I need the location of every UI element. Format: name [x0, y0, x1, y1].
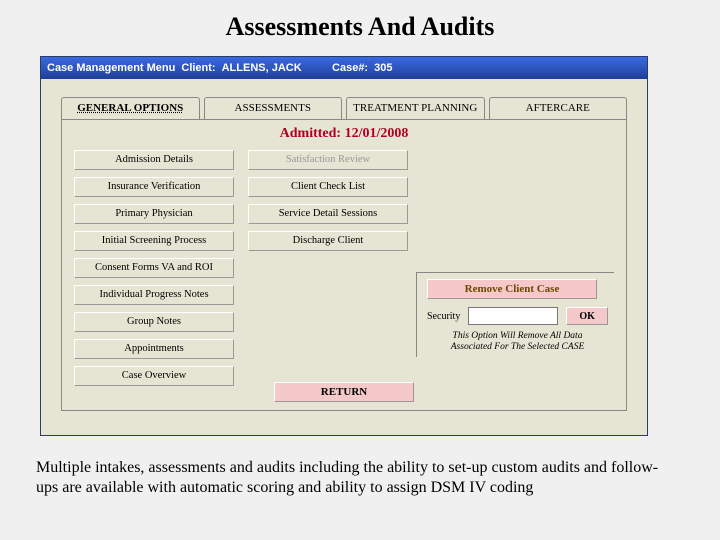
titlebar-case-label: Case#:: [332, 62, 368, 74]
window-titlebar: Case Management Menu Client: ALLENS, JAC…: [41, 57, 647, 79]
btn-insurance-verification[interactable]: Insurance Verification: [74, 177, 234, 197]
btn-initial-screening-process[interactable]: Initial Screening Process: [74, 231, 234, 251]
tab-panel: Admitted: 12/01/2008 Admission Details I…: [61, 119, 627, 411]
admitted-date: 12/01/2008: [345, 126, 409, 141]
tab-treatment-planning[interactable]: TREATMENT PLANNING: [346, 97, 485, 119]
admitted-label: Admitted: 12/01/2008: [62, 120, 626, 146]
btn-group-notes[interactable]: Group Notes: [74, 312, 234, 332]
titlebar-menu: Case Management Menu: [47, 62, 175, 74]
menu-col-1: Admission Details Insurance Verification…: [74, 150, 234, 393]
menu-col-2: Satisfaction Review Client Check List Se…: [248, 150, 408, 258]
btn-appointments[interactable]: Appointments: [74, 339, 234, 359]
return-button[interactable]: RETURN: [274, 382, 414, 402]
admitted-text: Admitted:: [280, 126, 341, 141]
btn-case-overview[interactable]: Case Overview: [74, 366, 234, 386]
remove-warning-line2: Associated For The Selected CASE: [427, 342, 608, 353]
btn-discharge-client[interactable]: Discharge Client: [248, 231, 408, 251]
titlebar-case-no: 305: [374, 62, 392, 74]
btn-admission-details[interactable]: Admission Details: [74, 150, 234, 170]
slide-caption-wrap: Multiple intakes, assessments and audits…: [36, 458, 674, 498]
security-label: Security: [427, 311, 460, 322]
btn-individual-progress-notes[interactable]: Individual Progress Notes: [74, 285, 234, 305]
btn-service-detail-sessions[interactable]: Service Detail Sessions: [248, 204, 408, 224]
remove-warning-line1: This Option Will Remove All Data: [427, 331, 608, 342]
btn-satisfaction-review[interactable]: Satisfaction Review: [248, 150, 408, 170]
remove-client-case-button[interactable]: Remove Client Case: [427, 279, 597, 299]
tab-row: GENERAL OPTIONS ASSESSMENTS TREATMENT PL…: [61, 97, 627, 119]
slide-caption: Multiple intakes, assessments and audits…: [36, 458, 674, 498]
app-window: Case Management Menu Client: ALLENS, JAC…: [40, 56, 648, 436]
tab-general-options[interactable]: GENERAL OPTIONS: [61, 97, 200, 119]
slide-title: Assessments And Audits: [0, 0, 720, 52]
btn-primary-physician[interactable]: Primary Physician: [74, 204, 234, 224]
btn-consent-forms[interactable]: Consent Forms VA and ROI: [74, 258, 234, 278]
remove-client-box: Remove Client Case Security OK This Opti…: [416, 272, 614, 357]
titlebar-client-label: Client:: [181, 62, 215, 74]
remove-warning: This Option Will Remove All Data Associa…: [427, 331, 608, 353]
tab-assessments[interactable]: ASSESSMENTS: [204, 97, 343, 119]
ok-button[interactable]: OK: [566, 307, 608, 325]
btn-client-check-list[interactable]: Client Check List: [248, 177, 408, 197]
security-input[interactable]: [468, 307, 558, 325]
titlebar-client-name: ALLENS, JACK: [222, 62, 302, 74]
tab-aftercare[interactable]: AFTERCARE: [489, 97, 628, 119]
